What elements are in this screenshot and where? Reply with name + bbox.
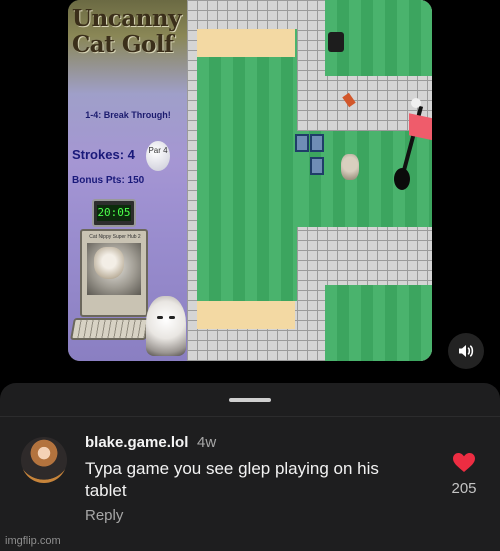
strokes-counter: Strokes: 4 (72, 147, 135, 162)
pole-ball (411, 98, 421, 108)
game-title: Uncanny Cat Golf (72, 5, 182, 58)
wall-block (310, 134, 324, 152)
bonus-points: Bonus Pts: 150 (72, 175, 145, 186)
divider (0, 416, 500, 417)
comment-timestamp: 4w (197, 434, 217, 451)
like-button[interactable] (448, 453, 480, 478)
sheet-drag-handle[interactable] (229, 398, 271, 402)
golf-ball-pointer (342, 92, 356, 108)
wall-block (295, 134, 309, 152)
timer-value: 20:05 (97, 205, 131, 221)
par-badge: Par 4 (146, 141, 170, 171)
keyboard-illustration (70, 318, 150, 340)
watermark: imgflip.com (5, 535, 61, 547)
fairway-bottom-right (325, 285, 432, 361)
reply-button[interactable]: Reply (85, 507, 123, 524)
sound-toggle-button[interactable] (448, 333, 484, 369)
comment-text: Typa game you see glep playing on his ta… (85, 459, 379, 500)
comment-username[interactable]: blake.game.lol (85, 434, 188, 451)
avatar[interactable] (21, 437, 67, 483)
golf-course (187, 0, 432, 361)
cat-face-image (146, 296, 186, 356)
video-player[interactable]: Uncanny Cat Golf 1-4: Break Through! Str… (68, 0, 432, 361)
computer-screen-caption: Cat Nippy Super Hub 2 (89, 234, 141, 240)
comments-sheet: blake.game.lol 4w Typa game you see glep… (0, 383, 500, 551)
like-count: 205 (451, 480, 477, 497)
speaker-icon (459, 345, 474, 357)
computer-illustration: Cat Nippy Super Hub 2 (80, 229, 148, 317)
fairway-left (197, 29, 297, 301)
sand-trap-top (197, 29, 295, 57)
wall-block (310, 157, 324, 175)
heart-icon (453, 453, 475, 472)
black-cat-sprite (328, 32, 344, 52)
screaming-cat-image (94, 247, 124, 279)
cat-sprite (341, 154, 359, 180)
timer-display: 20:05 (92, 199, 136, 227)
level-name: 1-4: Break Through! (85, 110, 171, 120)
sand-trap-bottom (197, 301, 295, 329)
golf-hole (394, 168, 410, 190)
game-sidebar: Uncanny Cat Golf 1-4: Break Through! Str… (68, 0, 187, 361)
